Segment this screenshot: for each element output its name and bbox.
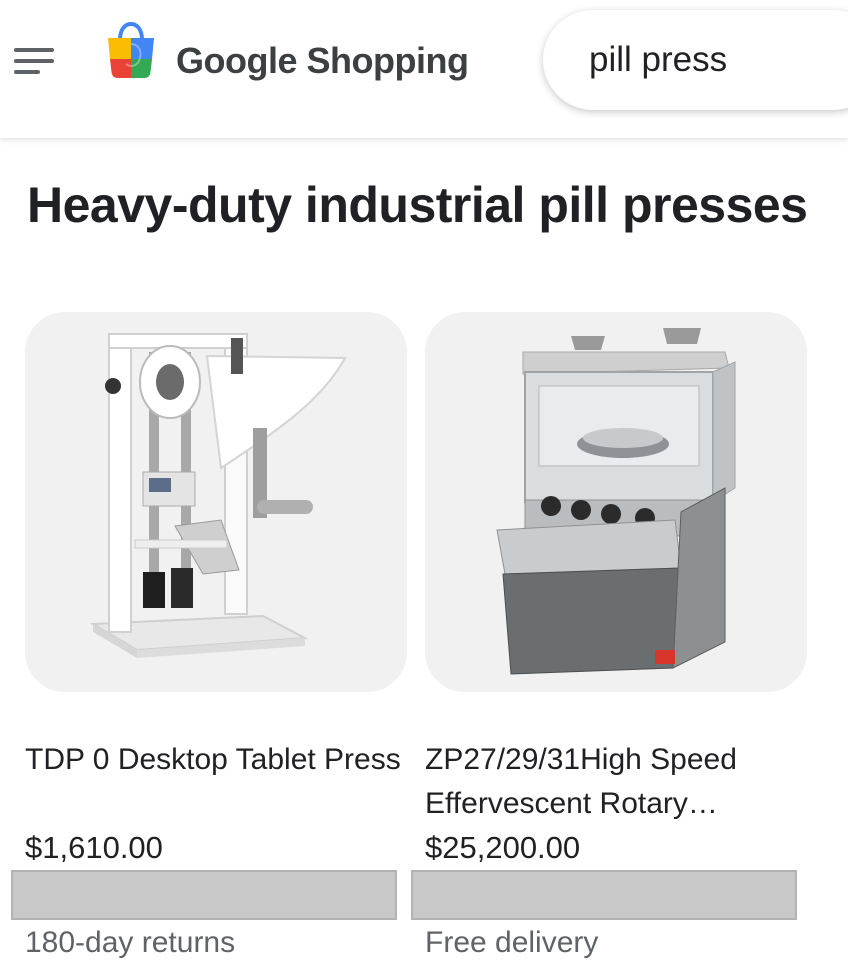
product-note: Free delivery	[425, 926, 599, 959]
redacted-block	[411, 870, 797, 920]
brand-name[interactable]: Google Shopping	[176, 40, 469, 82]
product-price: $25,200.00	[425, 830, 581, 865]
product-card[interactable]: ZP27/29/31High Speed Effervescent Rotary…	[411, 312, 807, 967]
section-heading: Heavy-duty industrial pill presses	[27, 177, 808, 233]
top-app-bar: Google Shopping pill press	[0, 0, 848, 138]
product-note: 180-day returns	[25, 926, 236, 959]
search-query[interactable]: pill press	[589, 40, 727, 80]
product-title[interactable]: ZP27/29/31High Speed Effervescent Rotary…	[425, 738, 807, 826]
redacted-block	[11, 870, 397, 920]
product-image[interactable]	[425, 312, 807, 692]
product-image[interactable]	[25, 312, 407, 692]
rotary-press-illustration	[496, 328, 736, 675]
menu-icon[interactable]	[12, 44, 56, 78]
google-shopping-logo-icon[interactable]	[104, 22, 158, 80]
product-title[interactable]: TDP 0 Desktop Tablet Press	[25, 738, 407, 782]
tablet-press-illustration	[89, 333, 347, 658]
product-price: $1,610.00	[25, 830, 163, 865]
search-field[interactable]: pill press	[543, 10, 848, 110]
product-card[interactable]: TDP 0 Desktop Tablet Press $1,610.00 180…	[11, 312, 407, 967]
